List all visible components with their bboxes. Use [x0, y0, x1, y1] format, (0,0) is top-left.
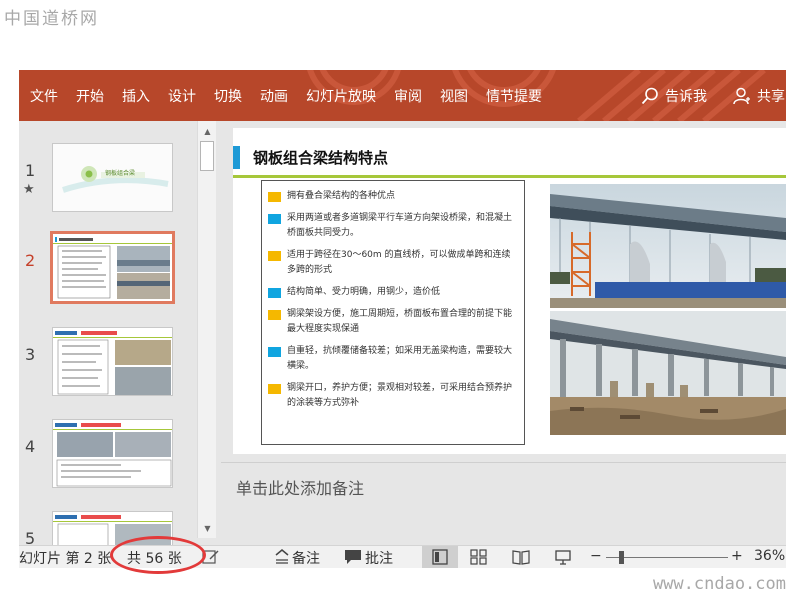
- share-label: 共享: [757, 88, 785, 105]
- thumbnail-slide-3[interactable]: 3: [19, 325, 199, 405]
- tell-me-label: 告诉我: [665, 88, 707, 105]
- notes-toggle-icon[interactable]: [274, 549, 290, 568]
- thumbnail-4-graphic: [53, 420, 172, 487]
- bullet-square-icon: [268, 192, 281, 202]
- thumbnail-number: 3: [25, 345, 36, 364]
- slide-thumbnail-pane: 1 ★ 钢板组合梁 2 3 4 5: [19, 121, 217, 545]
- thumbnail-slide-2[interactable]: 2: [19, 231, 199, 311]
- bullet-item: 适用于跨径在30～60m 的直线桥，可以做成单跨和连续多跨的形式: [268, 248, 518, 278]
- bridge-photo-top[interactable]: [550, 184, 786, 308]
- ribbon-right-group: 告诉我 共享: [641, 70, 786, 121]
- title-underline-rule: [233, 175, 786, 178]
- bullet-item: 钢梁开口，养护方便；景观相对较差，可采用结合预养护的涂装等方式弥补: [268, 381, 518, 411]
- thumbnail-number: 2: [25, 251, 36, 270]
- thumbnail-number: 4: [25, 437, 36, 456]
- thumbnail-1-caption: 钢板组合梁: [105, 170, 136, 177]
- thumbnail-slide-1[interactable]: 1 ★ 钢板组合梁: [19, 141, 199, 221]
- zoom-level[interactable]: 36%: [754, 548, 785, 564]
- thumbnail-1-graphic: [53, 144, 172, 211]
- zoom-in-button[interactable]: +: [731, 548, 743, 564]
- search-icon: [641, 87, 659, 105]
- watermark-bottom: www.cndao.com: [652, 574, 786, 594]
- comment-icon[interactable]: [344, 549, 362, 568]
- bullet-text: 自重轻，抗倾覆储备较差；如采用无盖梁构造，需要较大横梁。: [287, 346, 513, 371]
- thumbnail-image-selected: [50, 231, 175, 304]
- bullet-square-icon: [268, 310, 281, 320]
- thumbnail-scrollbar[interactable]: ▲ ▼: [197, 121, 216, 538]
- comments-button-label[interactable]: 批注: [365, 548, 393, 568]
- thumbnail-2-graphic: [53, 234, 172, 301]
- thumbnail-3-graphic: [53, 328, 172, 395]
- bullet-text: 钢梁开口，养护方便；景观相对较差，可采用结合预养护的涂装等方式弥补: [287, 383, 513, 408]
- powerpoint-window: 文件 开始 插入 设计 切换 动画 幻灯片放映 审阅 视图 情节提要 告诉我 共…: [19, 70, 786, 568]
- thumbnail-number: 1: [25, 161, 36, 180]
- bullet-item: 采用两道或者多道钢梁平行车道方向架设桥梁，和混凝土桥面板共同受力。: [268, 211, 518, 241]
- bullet-square-icon: [268, 347, 281, 357]
- bullet-text-box[interactable]: 拥有叠合梁结构的各种优点 采用两道或者多道钢梁平行车道方向架设桥梁，和混凝土桥面…: [261, 180, 525, 445]
- scroll-down-arrow-icon[interactable]: ▼: [198, 520, 217, 536]
- normal-view-button[interactable]: [422, 546, 458, 568]
- bullet-square-icon: [268, 214, 281, 224]
- bullet-text: 采用两道或者多道钢梁平行车道方向架设桥梁，和混凝土桥面板共同受力。: [287, 213, 513, 238]
- screenshot-stage: 中国道桥网 文件 开始 插入 设计 切换 动画 幻灯片放映 审阅 视图 情节提要…: [0, 0, 800, 600]
- zoom-out-button[interactable]: −: [590, 548, 602, 564]
- slide-sorter-view-icon[interactable]: [470, 549, 488, 568]
- slide-canvas[interactable]: 钢板组合梁结构特点 拥有叠合梁结构的各种优点 采用两道或者多道钢梁平行车道方向架…: [233, 128, 786, 454]
- tab-slideshow[interactable]: 幻灯片放映: [306, 86, 376, 106]
- bullet-item: 拥有叠合梁结构的各种优点: [268, 189, 518, 204]
- tab-home[interactable]: 开始: [76, 86, 104, 106]
- tab-storyboarding[interactable]: 情节提要: [486, 86, 542, 106]
- thumbnail-image: [52, 327, 173, 396]
- scrollbar-thumb[interactable]: [200, 141, 214, 171]
- tab-design[interactable]: 设计: [168, 86, 196, 106]
- notes-pane[interactable]: 单击此处添加备注: [221, 462, 786, 538]
- bullet-item: 自重轻，抗倾覆储备较差；如采用无盖梁构造，需要较大横梁。: [268, 344, 518, 374]
- bullet-square-icon: [268, 251, 281, 261]
- bullet-text: 拥有叠合梁结构的各种优点: [287, 191, 396, 201]
- thumbnail-slide-4[interactable]: 4: [19, 417, 199, 497]
- zoom-slider-handle[interactable]: [619, 551, 624, 564]
- thumbnail-image: [52, 419, 173, 488]
- bullet-text: 适用于跨径在30～60m 的直线桥，可以做成单跨和连续多跨的形式: [287, 250, 511, 275]
- tab-animations[interactable]: 动画: [260, 86, 288, 106]
- zoom-slider-track[interactable]: [606, 557, 728, 558]
- person-icon: [733, 87, 751, 105]
- share-button[interactable]: 共享: [733, 86, 785, 106]
- bullet-item: 结构简单、受力明确，用钢少，造价低: [268, 285, 518, 300]
- bullet-text: 结构简单、受力明确，用钢少，造价低: [287, 287, 441, 297]
- slideshow-view-icon[interactable]: [554, 549, 572, 568]
- notes-placeholder[interactable]: 单击此处添加备注: [236, 475, 364, 499]
- animation-star-icon: ★: [23, 182, 35, 197]
- tab-insert[interactable]: 插入: [122, 86, 150, 106]
- bridge-photo-bottom[interactable]: [550, 311, 786, 435]
- watermark-top: 中国道桥网: [4, 9, 99, 29]
- slide-title[interactable]: 钢板组合梁结构特点: [253, 147, 388, 168]
- bullet-square-icon: [268, 384, 281, 394]
- slide-position-indicator: 幻灯片 第 2 张: [19, 551, 112, 567]
- thumbnail-image: [52, 143, 173, 212]
- reading-view-icon[interactable]: [512, 549, 530, 568]
- title-accent-bar: [233, 146, 240, 169]
- tab-view[interactable]: 视图: [440, 86, 468, 106]
- tab-review[interactable]: 审阅: [394, 86, 422, 106]
- notes-button-label[interactable]: 备注: [292, 548, 320, 568]
- tell-me-button[interactable]: 告诉我: [641, 86, 707, 106]
- scroll-up-arrow-icon[interactable]: ▲: [198, 123, 217, 139]
- thumbnail-number: 5: [25, 529, 36, 545]
- bullet-item: 钢梁架设方便，施工周期短，桥面板布置合理的前提下能最大程度实现保通: [268, 307, 518, 337]
- highlight-ellipse: [110, 536, 206, 574]
- ribbon-bar: 文件 开始 插入 设计 切换 动画 幻灯片放映 审阅 视图 情节提要 告诉我 共…: [19, 70, 786, 121]
- tab-file[interactable]: 文件: [30, 86, 58, 106]
- bullet-text: 钢梁架设方便，施工周期短，桥面板布置合理的前提下能最大程度实现保通: [287, 309, 513, 334]
- ribbon-tabs: 文件 开始 插入 设计 切换 动画 幻灯片放映 审阅 视图 情节提要: [19, 70, 560, 121]
- tab-transitions[interactable]: 切换: [214, 86, 242, 106]
- bullet-square-icon: [268, 288, 281, 298]
